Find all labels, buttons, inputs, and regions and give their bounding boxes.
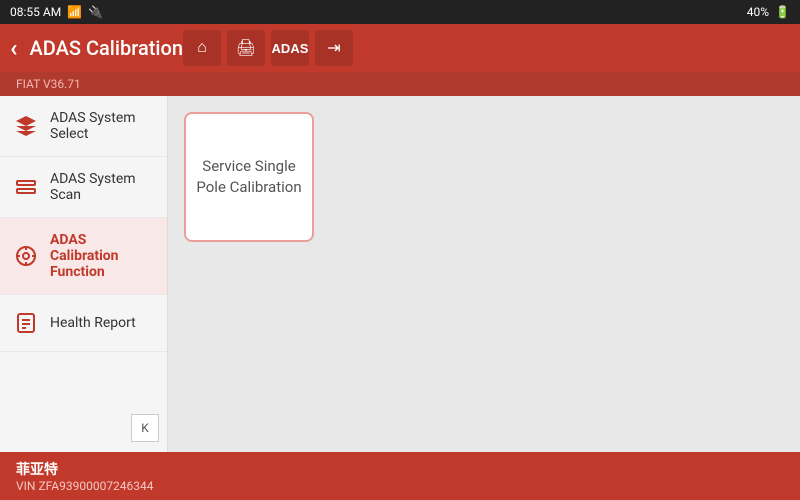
collapse-icon: K: [141, 421, 149, 435]
exit-button[interactable]: ⇥: [315, 30, 353, 66]
header-title: ADAS Calibration: [30, 36, 183, 60]
calibration-card-label: Service Single Pole Calibration: [196, 156, 302, 198]
sidebar-collapse-button[interactable]: K: [131, 414, 159, 442]
wifi-icon: 📶: [67, 5, 82, 19]
sidebar: ADAS System Select ADAS System Scan ADAS…: [0, 96, 168, 452]
sidebar-item-adas-calibration-function[interactable]: ADAS Calibration Function: [0, 218, 167, 295]
sidebar-item-adas-system-scan[interactable]: ADAS System Scan: [0, 157, 167, 218]
home-icon: ⌂: [197, 39, 207, 57]
home-button[interactable]: ⌂: [183, 30, 221, 66]
sidebar-item-health-report-label: Health Report: [50, 315, 136, 331]
back-icon: [10, 34, 18, 62]
adas-icon: ADAS: [272, 41, 309, 56]
adas-system-scan-icon: [12, 173, 40, 201]
footer-content: 菲亚特 VIN ZFA93900007246344: [16, 459, 154, 493]
sidebar-item-adas-system-select[interactable]: ADAS System Select: [0, 96, 167, 157]
health-report-icon: [12, 309, 40, 337]
adas-button[interactable]: ADAS: [271, 30, 309, 66]
content-area: Service Single Pole Calibration: [168, 96, 800, 452]
status-bar: 08:55 AM 📶 🔌 40% 🔋: [0, 0, 800, 24]
sidebar-item-adas-calibration-label: ADAS Calibration Function: [50, 232, 155, 280]
adas-system-select-icon: [12, 112, 40, 140]
time-display: 08:55 AM: [10, 5, 61, 19]
version-label: FIAT V36.71: [16, 77, 81, 91]
calibration-card-service-single-pole[interactable]: Service Single Pole Calibration: [184, 112, 314, 242]
status-right: 40% 🔋: [747, 5, 790, 19]
adas-calibration-icon: [12, 242, 40, 270]
print-icon: 🖨: [236, 38, 256, 58]
footer-vin: VIN ZFA93900007246344: [16, 479, 154, 493]
status-left: 08:55 AM 📶 🔌: [10, 5, 103, 19]
sidebar-item-adas-system-select-label: ADAS System Select: [50, 110, 155, 142]
battery-display: 40%: [747, 5, 769, 19]
sidebar-item-adas-system-scan-label: ADAS System Scan: [50, 171, 155, 203]
header-icons: ⌂ 🖨 ADAS ⇥: [183, 30, 353, 66]
battery-icon: 🔋: [775, 5, 790, 19]
vin-label: VIN: [16, 479, 35, 493]
footer-brand: 菲亚特: [16, 459, 154, 479]
header: ADAS Calibration ⌂ 🖨 ADAS ⇥: [0, 24, 800, 72]
usb-icon: 🔌: [88, 5, 103, 19]
vin-value: ZFA93900007246344: [38, 479, 153, 493]
sub-header: FIAT V36.71: [0, 72, 800, 96]
exit-icon: ⇥: [327, 38, 340, 58]
back-button[interactable]: ADAS Calibration: [10, 34, 183, 62]
print-button[interactable]: 🖨: [227, 30, 265, 66]
footer: 菲亚特 VIN ZFA93900007246344: [0, 452, 800, 500]
main-content: ADAS System Select ADAS System Scan ADAS…: [0, 96, 800, 452]
sidebar-item-health-report[interactable]: Health Report: [0, 295, 167, 352]
